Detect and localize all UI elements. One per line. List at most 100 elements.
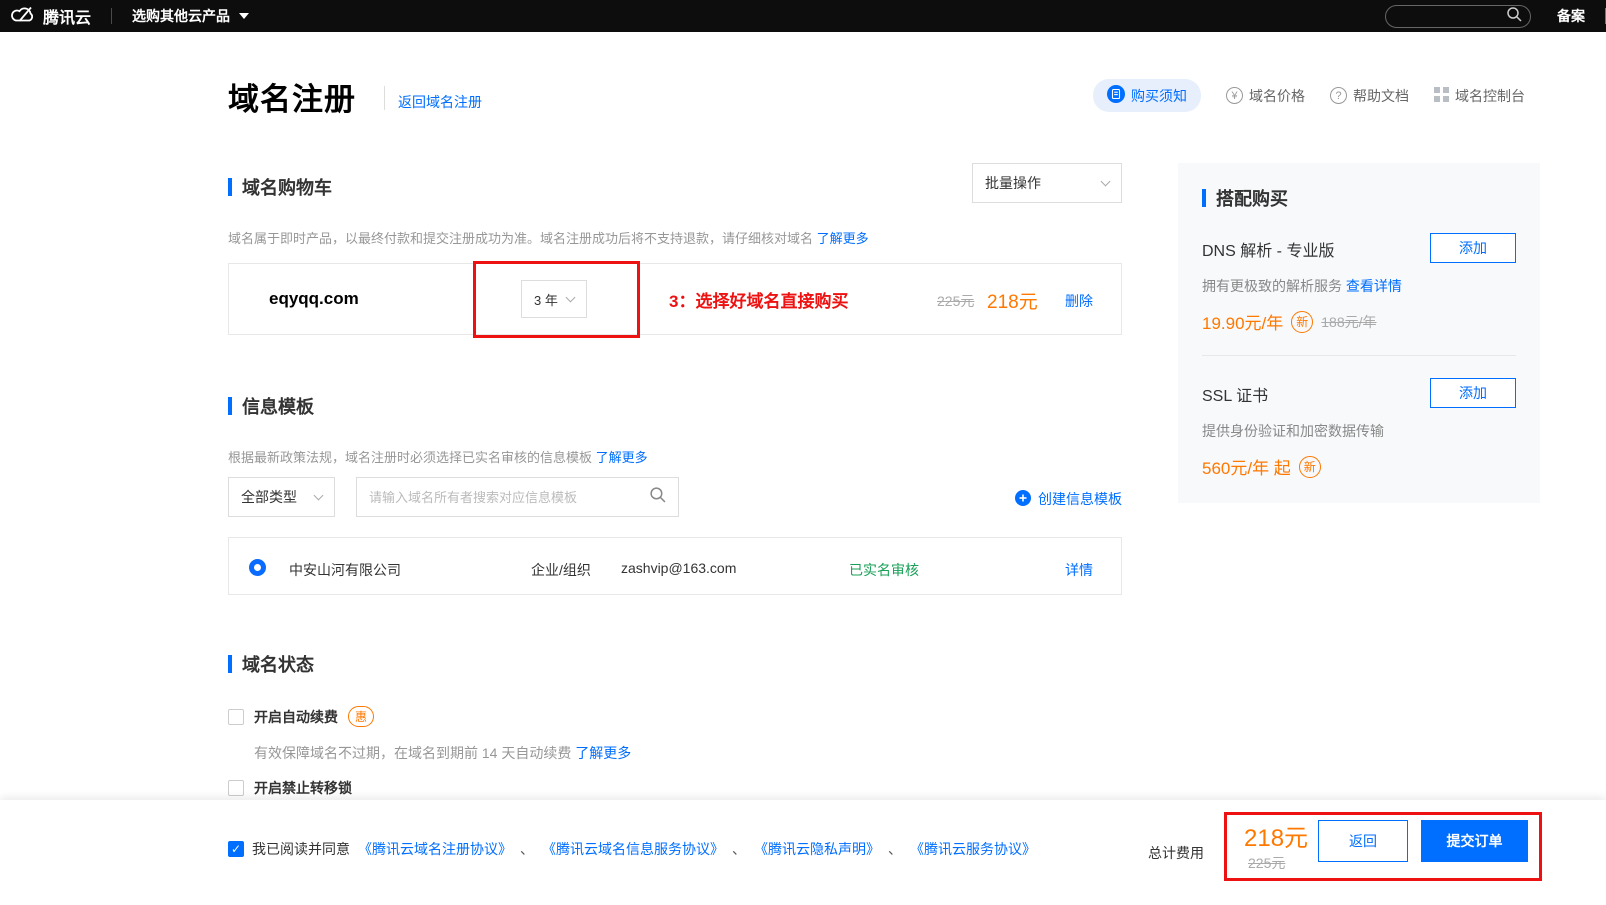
agreement-row: ✓ 我已阅读并同意 《腾讯云域名注册协议》 、 《腾讯云域名信息服务协议》 、 … [228, 839, 1036, 859]
auto-renew-checkbox[interactable] [228, 709, 244, 725]
template-detail-link[interactable]: 详情 [1065, 560, 1093, 580]
template-search-box[interactable] [356, 477, 679, 517]
status-section-header: 域名状态 [228, 651, 314, 677]
submit-order-button[interactable]: 提交订单 [1421, 820, 1528, 862]
yuan-icon: ¥ [1226, 87, 1243, 104]
ssl-addon-item: SSL 证书 添加 提供身份验证和加密数据传输 560元/年 起 新 [1202, 382, 1516, 479]
ssl-price: 560元/年 起 [1202, 454, 1291, 479]
tencent-cloud-logo[interactable]: 腾讯云 [10, 4, 91, 29]
beian-link[interactable]: 备案 [1557, 6, 1585, 26]
status-section-title: 域名状态 [242, 651, 314, 677]
topbar-search-input[interactable] [1394, 9, 1506, 23]
bundle-purchase-panel: 搭配购买 DNS 解析 - 专业版 添加 拥有更极致的解析服务 查看详情 19.… [1178, 163, 1540, 503]
help-docs-label: 帮助文档 [1353, 86, 1409, 106]
section-accent-bar [228, 397, 232, 415]
purchase-notice-label: 购买须知 [1131, 86, 1187, 106]
domain-cart-row: eqyqq.com 3 年 3：选择好域名直接购买 225元 218元 删除 [228, 263, 1122, 335]
topbar: 腾讯云 选购其他云产品 备案 [0, 0, 1606, 32]
template-type-filter[interactable]: 全部类型 [228, 477, 335, 517]
header-quick-links: 购买须知 ¥ 域名价格 ? 帮助文档 域名控制台 [1093, 79, 1525, 112]
section-accent-bar [228, 178, 232, 196]
grid-icon [1434, 87, 1449, 105]
ssl-price-row: 560元/年 起 新 [1202, 454, 1516, 479]
topbar-search-box[interactable] [1385, 5, 1531, 28]
domain-price: 218元 [987, 287, 1038, 314]
ssl-add-button[interactable]: 添加 [1430, 378, 1516, 408]
transfer-lock-row: 开启禁止转移锁 [228, 778, 352, 798]
dns-addon-description: 拥有更极致的解析服务 查看详情 [1202, 276, 1516, 296]
template-section-title: 信息模板 [242, 393, 314, 419]
help-docs-link[interactable]: ? 帮助文档 [1330, 86, 1409, 106]
agreement-link-info-service[interactable]: 《腾讯云域名信息服务协议》 [542, 839, 724, 859]
logo-text: 腾讯云 [43, 4, 91, 28]
create-template-label: 创建信息模板 [1038, 489, 1122, 509]
template-owner: 中安山河有限公司 [289, 560, 401, 580]
agreement-checkbox-checked[interactable]: ✓ [228, 841, 244, 857]
dns-price: 19.90元/年 [1202, 309, 1283, 334]
chevron-down-icon [1101, 176, 1111, 186]
create-template-link[interactable]: 创建信息模板 [1015, 489, 1122, 509]
auto-renew-label: 开启自动续费 [254, 707, 338, 727]
checkout-footer-bar: ✓ 我已阅读并同意 《腾讯云域名注册协议》 、 《腾讯云域名信息服务协议》 、 … [0, 800, 1606, 905]
template-notice: 根据最新政策法规，域名注册时必须选择已实名审核的信息模板 了解更多 [228, 447, 648, 466]
template-search-input[interactable] [369, 490, 649, 505]
purchase-notice-link[interactable]: 购买须知 [1093, 79, 1201, 112]
dns-addon-item: DNS 解析 - 专业版 添加 拥有更极致的解析服务 查看详情 19.90元/年… [1202, 237, 1516, 334]
template-email: zashvip@163.com [621, 560, 736, 576]
agreement-link-privacy[interactable]: 《腾讯云隐私声明》 [754, 839, 880, 859]
auto-renew-row: 开启自动续费 惠 [228, 706, 374, 727]
search-icon[interactable] [649, 486, 666, 508]
auto-renew-learn-more-link[interactable]: 了解更多 [575, 745, 631, 761]
template-notice-text: 根据最新政策法规，域名注册时必须选择已实名审核的信息模板 [228, 450, 592, 465]
agreement-separator: 、 [520, 839, 534, 859]
plus-icon [1015, 490, 1031, 509]
chevron-down-icon [314, 490, 324, 500]
tutorial-annotation-text: 3：选择好域名直接购买 [669, 287, 848, 312]
new-badge: 新 [1299, 456, 1321, 478]
cart-notice: 域名属于即时产品，以最终付款和提交注册成功为准。域名注册成功后将不支持退款，请仔… [228, 228, 869, 247]
template-section-header: 信息模板 [228, 393, 314, 419]
cloud-logo-icon [10, 4, 36, 29]
cart-notice-text: 域名属于即时产品，以最终付款和提交注册成功为准。域名注册成功后将不支持退款，请仔… [228, 231, 813, 246]
template-learn-more-link[interactable]: 了解更多 [596, 450, 648, 465]
section-accent-bar [228, 655, 232, 673]
verify-status-badge: 已实名审核 [849, 560, 919, 580]
title-divider [384, 86, 385, 110]
other-products-menu[interactable]: 选购其他云产品 [132, 6, 249, 26]
total-cost-label: 总计费用 [1148, 843, 1204, 863]
cart-learn-more-link[interactable]: 了解更多 [817, 231, 869, 246]
back-to-domain-register-link[interactable]: 返回域名注册 [398, 92, 482, 112]
dns-detail-link[interactable]: 查看详情 [1346, 278, 1402, 294]
agreement-link-register[interactable]: 《腾讯云域名注册协议》 [358, 839, 512, 859]
chevron-down-icon [239, 13, 249, 19]
total-price: 218元 [1244, 818, 1308, 853]
dns-add-button[interactable]: 添加 [1430, 233, 1516, 263]
domain-price-link[interactable]: ¥ 域名价格 [1226, 86, 1305, 106]
registration-years-select[interactable]: 3 年 [521, 280, 587, 318]
auto-renew-desc-text: 有效保障域名不过期，在域名到期前 14 天自动续费 [254, 745, 571, 761]
cart-section-title: 域名购物车 [242, 174, 332, 200]
transfer-lock-checkbox[interactable] [228, 780, 244, 796]
domain-old-price: 225元 [937, 291, 974, 311]
sidebar-divider [1202, 355, 1516, 356]
back-button[interactable]: 返回 [1318, 820, 1408, 862]
domain-price-label: 域名价格 [1249, 86, 1305, 106]
domain-registration-page: 腾讯云 选购其他云产品 备案 域名注册 返回域名注册 购买须知 ¥ 域名价格 [0, 0, 1606, 905]
agreement-separator: 、 [732, 839, 746, 859]
delete-domain-link[interactable]: 删除 [1065, 291, 1093, 311]
batch-operation-select[interactable]: 批量操作 [972, 163, 1122, 203]
page-title: 域名注册 [228, 74, 356, 119]
agreement-separator: 、 [888, 839, 902, 859]
auto-renew-description: 有效保障域名不过期，在域名到期前 14 天自动续费 了解更多 [254, 743, 631, 763]
agreement-prefix-text: 我已阅读并同意 [252, 839, 350, 859]
topbar-divider [111, 8, 112, 24]
search-icon[interactable] [1506, 6, 1522, 27]
chevron-down-icon [566, 292, 576, 302]
template-radio-selected[interactable] [249, 559, 266, 576]
agreement-link-service[interactable]: 《腾讯云服务协议》 [910, 839, 1036, 859]
domain-name: eqyqq.com [269, 289, 359, 309]
registration-years-value: 3 年 [534, 290, 558, 309]
ssl-addon-description: 提供身份验证和加密数据传输 [1202, 421, 1516, 441]
template-type-value: 全部类型 [241, 487, 297, 507]
domain-console-link[interactable]: 域名控制台 [1434, 86, 1525, 106]
